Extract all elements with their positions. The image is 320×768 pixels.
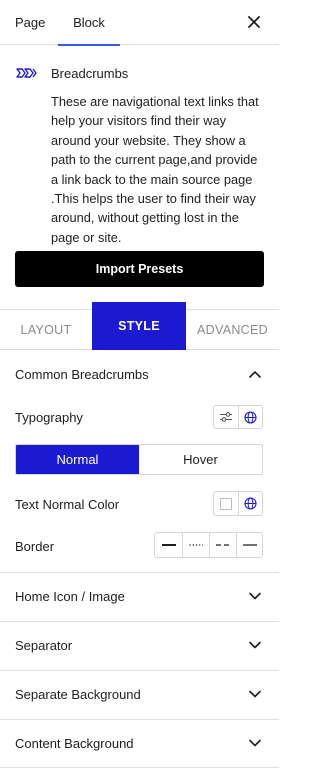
color-swatch [219, 497, 232, 510]
tab-layout[interactable]: LAYOUT [0, 302, 92, 350]
color-swatch-button[interactable] [214, 492, 238, 515]
typography-global-button[interactable] [237, 406, 263, 428]
state-normal-button[interactable]: Normal [16, 445, 139, 474]
panel-title: Separator [15, 638, 73, 653]
breadcrumbs-icon [16, 68, 37, 78]
border-none-button[interactable] [236, 533, 262, 557]
globe-icon [244, 497, 257, 510]
panel-title: Common Breadcrumbs [15, 367, 149, 382]
inspector-tabs: LAYOUT STYLE ADVANCED [0, 302, 279, 350]
chevron-down-icon [249, 739, 261, 747]
color-controls [213, 491, 263, 516]
border-solid-button[interactable] [155, 533, 182, 557]
block-description: These are navigational text links that h… [51, 94, 259, 245]
panel-home-icon-header[interactable]: Home Icon / Image [0, 573, 279, 621]
close-icon[interactable] [245, 13, 263, 31]
chevron-down-icon [249, 592, 261, 600]
color-global-button[interactable] [237, 492, 263, 515]
panel-content-background-header[interactable]: Content Background [0, 720, 279, 768]
panel-title: Content Background [15, 736, 134, 751]
chevron-up-icon [249, 371, 261, 378]
panel-separator-header[interactable]: Separator [0, 622, 279, 670]
tab-advanced[interactable]: ADVANCED [186, 302, 279, 350]
sliders-icon [219, 412, 232, 422]
panel-common-breadcrumbs-header[interactable]: Common Breadcrumbs [0, 351, 279, 399]
border-solid-icon [161, 544, 176, 546]
import-presets-button[interactable]: Import Presets [15, 251, 264, 287]
border-dotted-icon [189, 544, 203, 546]
border-line-icon [242, 544, 257, 546]
tab-block[interactable]: Block [58, 0, 120, 46]
typography-settings-button[interactable] [214, 406, 238, 428]
panel-separate-background-header[interactable]: Separate Background [0, 671, 279, 719]
text-normal-color-label: Text Normal Color [15, 497, 120, 512]
block-title: Breadcrumbs [51, 66, 129, 81]
border-label: Border [15, 539, 55, 554]
panel-title: Home Icon / Image [15, 589, 125, 604]
tab-page[interactable]: Page [15, 0, 45, 45]
panel-title: Separate Background [15, 687, 141, 702]
border-dotted-button[interactable] [182, 533, 209, 557]
state-hover-button[interactable]: Hover [139, 445, 262, 474]
border-dashed-icon [216, 544, 230, 546]
border-dashed-button[interactable] [209, 533, 236, 557]
state-toggle: Normal Hover [15, 444, 263, 475]
sidebar-tabs: Page Block [0, 0, 279, 46]
border-style-controls [154, 532, 263, 558]
globe-icon [244, 410, 257, 424]
chevron-down-icon [249, 641, 261, 649]
block-card: Breadcrumbs These are navigational text … [0, 46, 279, 310]
tab-style[interactable]: STYLE [92, 302, 186, 350]
chevron-down-icon [249, 690, 261, 698]
typography-controls [213, 405, 263, 429]
typography-label: Typography [15, 410, 83, 425]
